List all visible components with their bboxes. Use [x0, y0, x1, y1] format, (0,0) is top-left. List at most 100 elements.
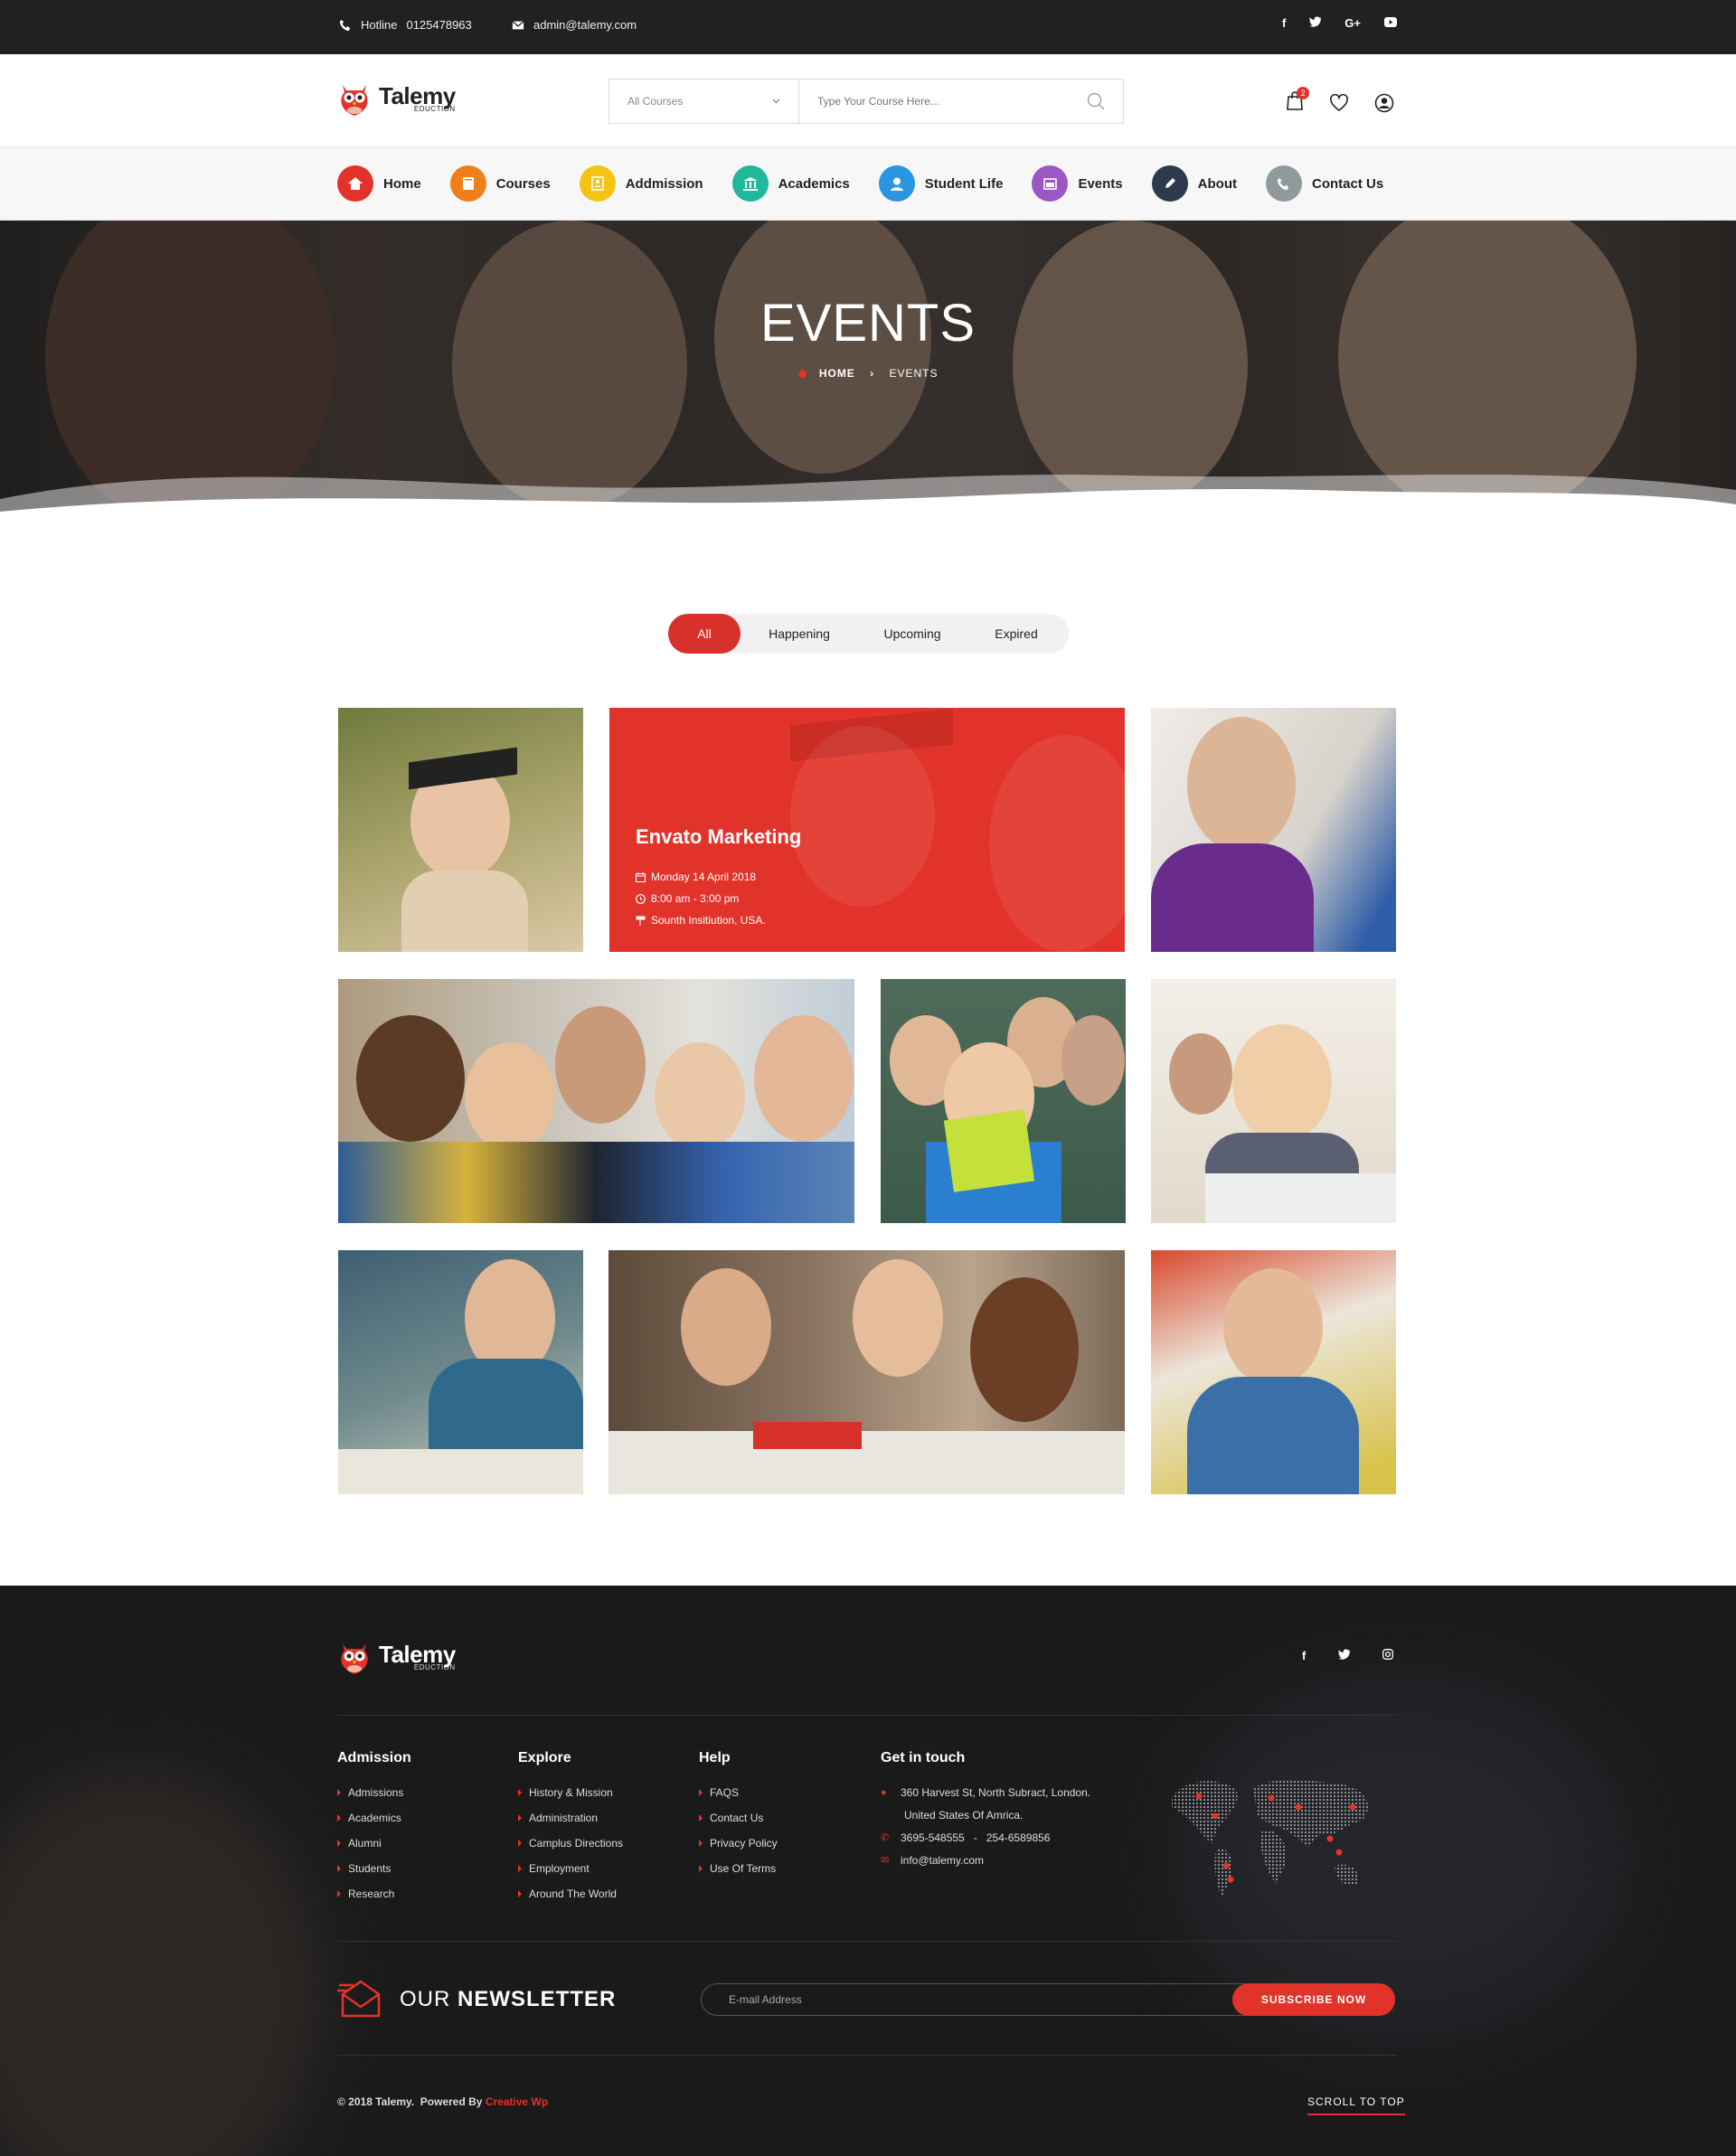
cart-count-badge: 2	[1297, 87, 1309, 99]
filter-expired[interactable]: Expired	[967, 614, 1066, 654]
newsletter-email-input[interactable]: E-mail Address	[701, 1983, 1279, 2016]
facebook-icon[interactable]: f	[1282, 16, 1286, 30]
event-image[interactable]	[338, 708, 583, 952]
nav-item-courses[interactable]: Courses	[449, 165, 551, 202]
footer-divider	[337, 1941, 1397, 1942]
footer-link[interactable]: Privacy Policy	[699, 1837, 778, 1850]
nav-list: Home Courses Addmission Academics Student Li…	[337, 165, 1412, 202]
instagram-icon[interactable]	[1382, 1649, 1394, 1662]
hotline-label: Hotline	[361, 18, 398, 32]
footer-link[interactable]: Contact Us	[699, 1812, 778, 1824]
nav-item-events[interactable]: Events	[1032, 165, 1123, 202]
nav-item-home[interactable]: Home	[337, 165, 421, 202]
hotline[interactable]: Hotline 0125478963	[339, 18, 472, 32]
footer-divider	[337, 2055, 1397, 2056]
heart-icon[interactable]	[1329, 93, 1349, 112]
footer-link[interactable]: Administration	[518, 1812, 623, 1824]
email-text: admin@talemy.com	[533, 18, 637, 32]
nav-item-label: Events	[1078, 175, 1123, 192]
footer-col-explore: Explore History & Mission Administration C…	[518, 1750, 623, 1913]
phone-icon	[339, 19, 351, 31]
header-icons: 2	[1286, 87, 1394, 115]
scroll-to-top-button[interactable]: SCROLL TO TOP	[1307, 2095, 1405, 2115]
nav-item-label: Courses	[495, 175, 551, 192]
chevron-down-icon	[772, 99, 780, 104]
footer-link[interactable]: Admissions	[337, 1786, 411, 1799]
map-pin-icon: ●	[881, 1787, 887, 1798]
nav-item-label: Academics	[778, 175, 850, 192]
footer-col-list: FAQS Contact Us Privacy Policy Use Of Terms	[699, 1786, 778, 1875]
pen-icon	[1151, 165, 1188, 202]
search-input[interactable]	[799, 80, 1069, 123]
nav-item-label: Student Life	[924, 175, 1004, 192]
contact-email[interactable]: ✉ info@talemy.com	[881, 1854, 1090, 1867]
user-account-icon[interactable]	[1374, 93, 1394, 113]
footer-link[interactable]: Employment	[518, 1862, 623, 1875]
facebook-icon[interactable]: f	[1302, 1649, 1306, 1662]
footer-col-title: Help	[699, 1750, 731, 1765]
home-icon	[337, 165, 373, 202]
footer-social: f	[1302, 1649, 1394, 1662]
clock-icon	[636, 893, 646, 904]
event-image[interactable]	[609, 1250, 1125, 1494]
event-image[interactable]	[338, 1250, 583, 1494]
top-social: f G+	[1282, 16, 1397, 30]
nav-item-about[interactable]: About	[1151, 165, 1237, 202]
nav-item-academics[interactable]: Academics	[731, 165, 850, 202]
subscribe-button[interactable]: SUBSCRIBE NOW	[1232, 1983, 1395, 2016]
category-select-value: All Courses	[627, 95, 684, 108]
nav-item-addmission[interactable]: Addmission	[579, 165, 703, 202]
footer-col-admission: Admission Admissions Academics Alumni Stude…	[337, 1750, 411, 1913]
featured-event-date: Monday 14 April 2018	[636, 871, 756, 883]
footer-link[interactable]: FAQS	[699, 1786, 778, 1799]
hero-wave	[0, 474, 1736, 519]
youtube-icon[interactable]	[1384, 16, 1397, 30]
contact-phone[interactable]: ✆ 3695-548555 - 254-6589856	[881, 1831, 1090, 1844]
powered-by-link[interactable]: Creative Wp	[486, 2095, 548, 2108]
footer-link[interactable]: Camplus Directions	[518, 1837, 623, 1850]
event-image[interactable]	[1151, 1250, 1396, 1494]
nav-item-label: Home	[383, 175, 421, 192]
footer-link[interactable]: Around The World	[518, 1888, 623, 1900]
address-line-2: United States Of Amrica.	[904, 1809, 1024, 1822]
filter-happening[interactable]: Happening	[741, 614, 858, 654]
featured-event-card[interactable]: Envato Marketing Monday 14 April 2018 8:…	[609, 708, 1125, 952]
email-contact[interactable]: admin@talemy.com	[512, 18, 637, 32]
newsletter-envelope-icon	[337, 1980, 381, 2018]
phone-icon	[1265, 165, 1302, 202]
signpost-icon	[636, 916, 646, 926]
footer-link[interactable]: Academics	[337, 1812, 411, 1824]
footer-link[interactable]: Students	[337, 1862, 411, 1875]
event-image[interactable]	[338, 979, 854, 1223]
book-icon	[449, 165, 486, 202]
event-image[interactable]	[881, 979, 1126, 1223]
breadcrumb-home[interactable]: HOME	[819, 367, 855, 380]
filter-upcoming[interactable]: Upcoming	[858, 614, 967, 654]
footer-col-help: Help FAQS Contact Us Privacy Policy Use Of …	[699, 1750, 778, 1888]
newsletter-title-bold: NEWSLETTER	[458, 1987, 617, 2011]
site-header: Talemy EDUCTION All Courses 2	[0, 54, 1736, 147]
home-icon	[797, 369, 808, 378]
twitter-icon[interactable]	[1338, 1649, 1352, 1662]
footer-divider	[337, 1715, 1397, 1716]
category-select[interactable]: All Courses	[609, 80, 799, 123]
nav-item-contact-us[interactable]: Contact Us	[1265, 165, 1383, 202]
site-logo[interactable]: Talemy EDUCTION	[337, 80, 456, 118]
footer-link[interactable]: Alumni	[337, 1837, 411, 1850]
event-image[interactable]	[1151, 979, 1396, 1223]
search-button[interactable]	[1069, 80, 1123, 123]
user-icon	[878, 165, 915, 202]
footer-link[interactable]: Research	[337, 1888, 411, 1900]
twitter-icon[interactable]	[1309, 16, 1323, 30]
footer-col-list: History & Mission Administration Camplus D…	[518, 1786, 623, 1900]
footer-link[interactable]: Use Of Terms	[699, 1862, 778, 1875]
cart-button[interactable]: 2	[1286, 87, 1309, 115]
filter-all[interactable]: All	[668, 614, 741, 654]
footer-logo[interactable]: Talemy EDUCTION	[337, 1638, 456, 1676]
footer-link[interactable]: History & Mission	[518, 1786, 623, 1799]
event-image[interactable]	[1151, 708, 1396, 952]
nav-item-student-life[interactable]: Student Life	[878, 165, 1004, 202]
contact-address: ● 360 Harvest St, North Subract, London.…	[881, 1786, 1090, 1822]
featured-event-location: Sounth Insitiution, USA.	[636, 914, 766, 927]
google-plus-icon[interactable]: G+	[1344, 16, 1361, 30]
